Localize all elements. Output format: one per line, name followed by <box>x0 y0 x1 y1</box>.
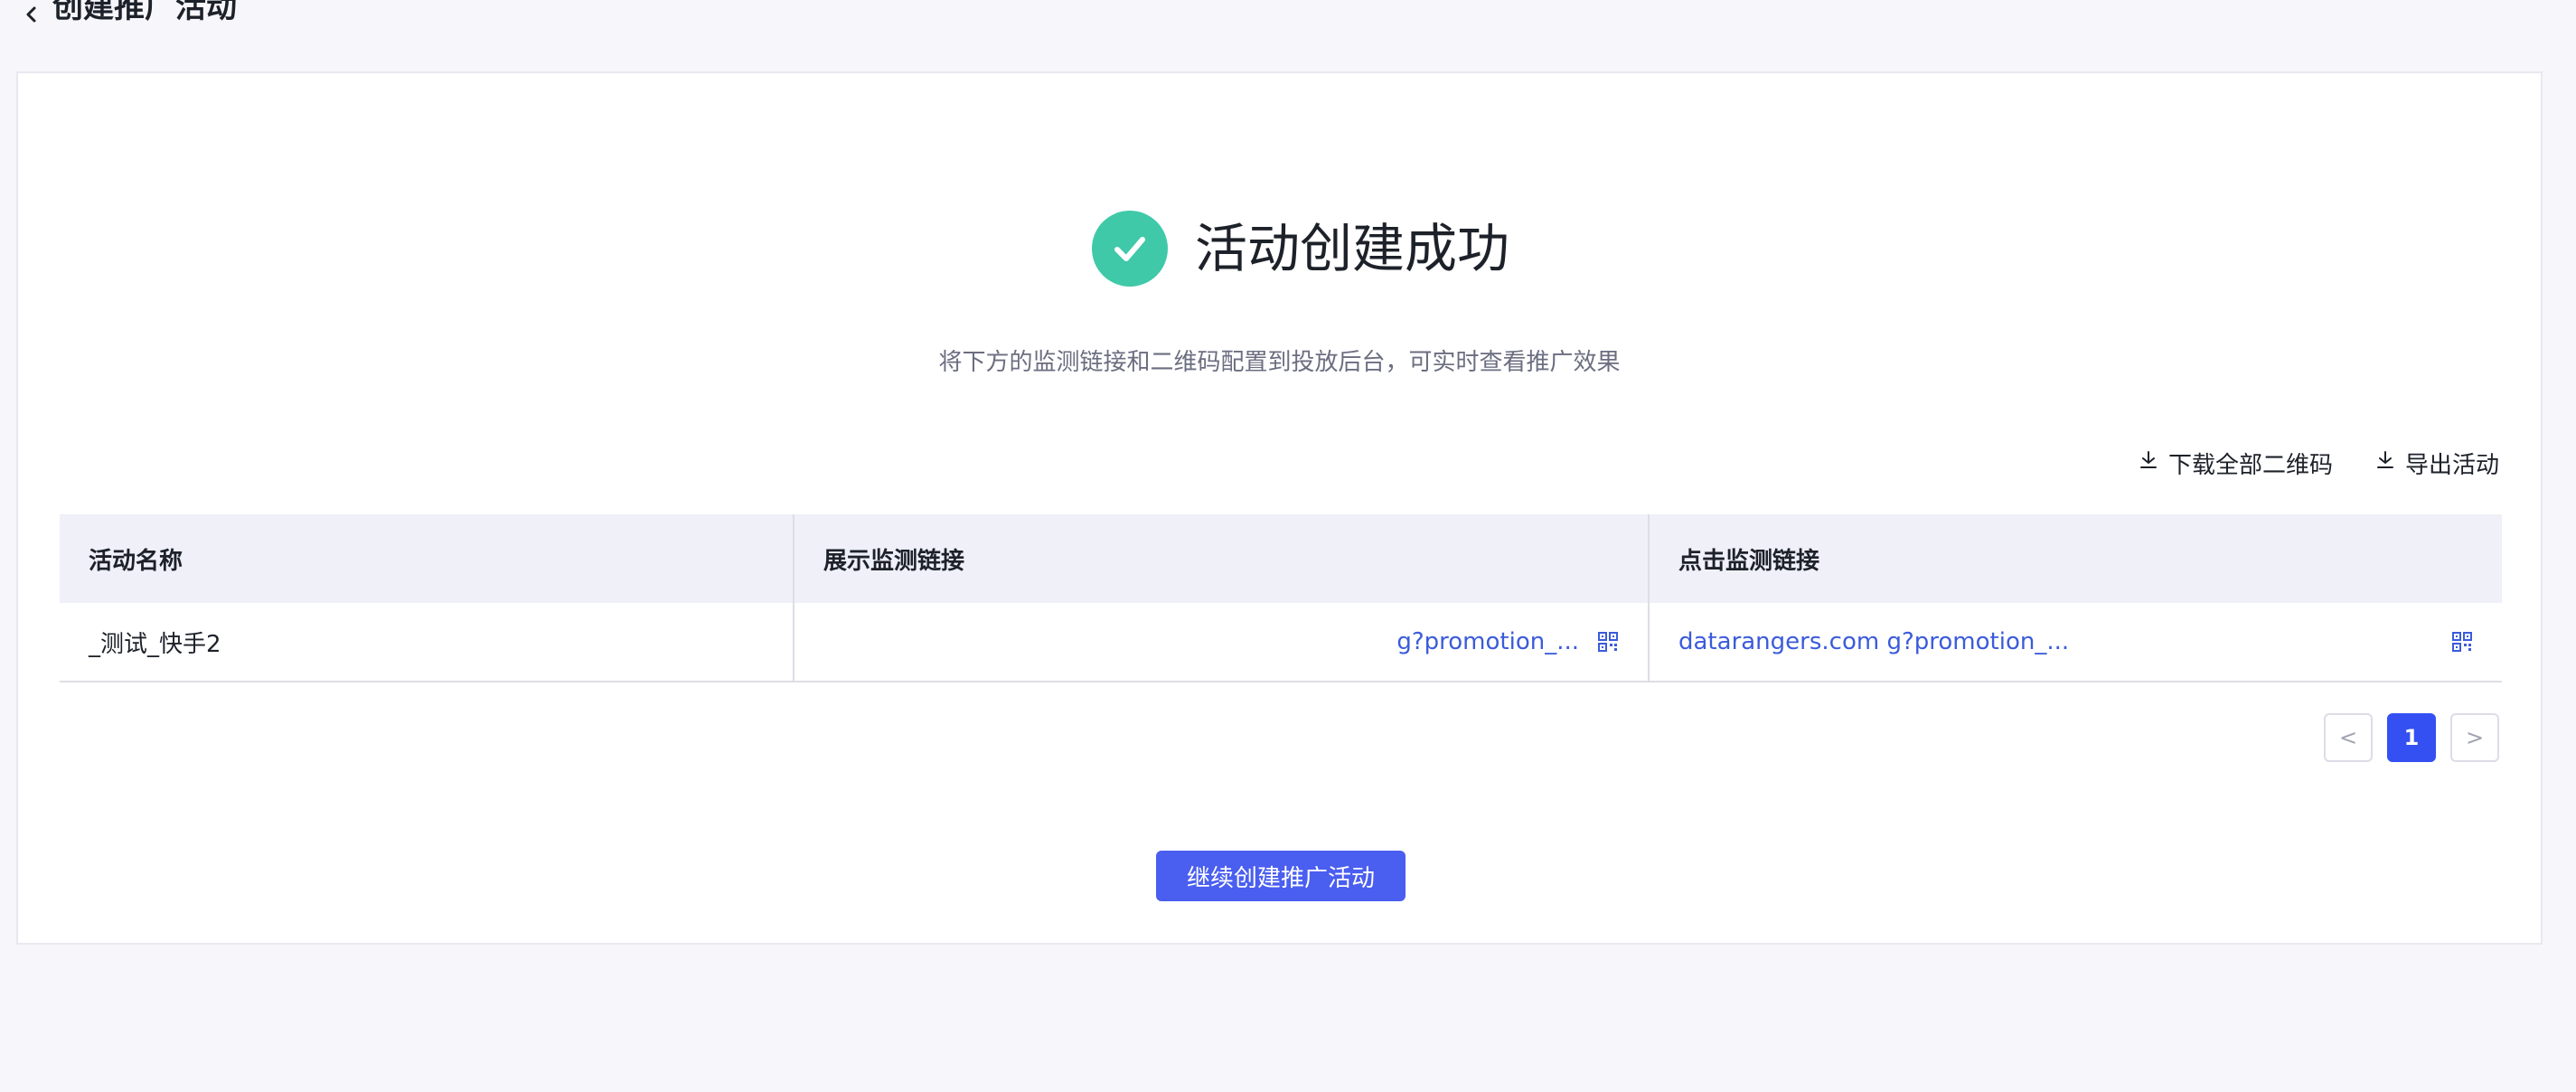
download-icon <box>2374 449 2396 477</box>
download-all-qr-button[interactable]: 下载全部二维码 <box>2138 447 2333 480</box>
page-title: 创建推广活动 <box>52 0 237 25</box>
qr-code-icon[interactable] <box>1597 631 1619 653</box>
export-activity-label: 导出活动 <box>2404 452 2499 479</box>
column-header-name: 活动名称 <box>60 514 794 603</box>
table-header-row: 活动名称 展示监测链接 点击监测链接 <box>60 514 2502 603</box>
pagination-next-button[interactable]: > <box>2450 713 2499 762</box>
pagination-page-1[interactable]: 1 <box>2387 713 2436 762</box>
continue-create-button[interactable]: 继续创建推广活动 <box>1156 851 1406 901</box>
success-title: 活动创建成功 <box>1195 218 1510 279</box>
pagination-prev-button[interactable]: < <box>2324 713 2373 762</box>
table-actions: 下载全部二维码 导出活动 <box>2138 447 2499 480</box>
column-header-click-link: 点击监测链接 <box>1649 514 2502 603</box>
promotion-table: 活动名称 展示监测链接 点击监测链接 _测试_快手2 g?promotion_.… <box>60 514 2502 682</box>
check-circle-icon <box>1092 211 1168 287</box>
qr-code-icon[interactable] <box>2451 631 2473 653</box>
chevron-left-icon[interactable] <box>20 3 43 26</box>
impression-link-cell: g?promotion_... <box>794 603 1650 682</box>
column-header-impression-link: 展示监测链接 <box>794 514 1650 603</box>
result-card: 活动创建成功 将下方的监测链接和二维码配置到投放后台，可实时查看推广效果 下载全… <box>16 71 2543 945</box>
click-link-cell: datarangers.com g?promotion_... <box>1649 603 2502 682</box>
table-row: _测试_快手2 g?promotion_... datarangers.com … <box>60 603 2502 682</box>
activity-name-cell: _测试_快手2 <box>60 603 794 682</box>
click-link[interactable]: datarangers.com g?promotion_... <box>1678 628 2433 655</box>
pagination: < 1 > <box>2324 713 2499 762</box>
activity-name: _测试_快手2 <box>89 630 221 658</box>
export-activity-button[interactable]: 导出活动 <box>2374 447 2499 480</box>
success-subtitle: 将下方的监测链接和二维码配置到投放后台，可实时查看推广效果 <box>938 349 1621 376</box>
download-icon <box>2138 449 2159 477</box>
impression-link[interactable]: g?promotion_... <box>823 628 1579 655</box>
success-banner: 活动创建成功 <box>1092 211 1509 287</box>
download-all-qr-label: 下载全部二维码 <box>2167 452 2333 479</box>
page-header: 创建推广活动 <box>20 0 237 29</box>
